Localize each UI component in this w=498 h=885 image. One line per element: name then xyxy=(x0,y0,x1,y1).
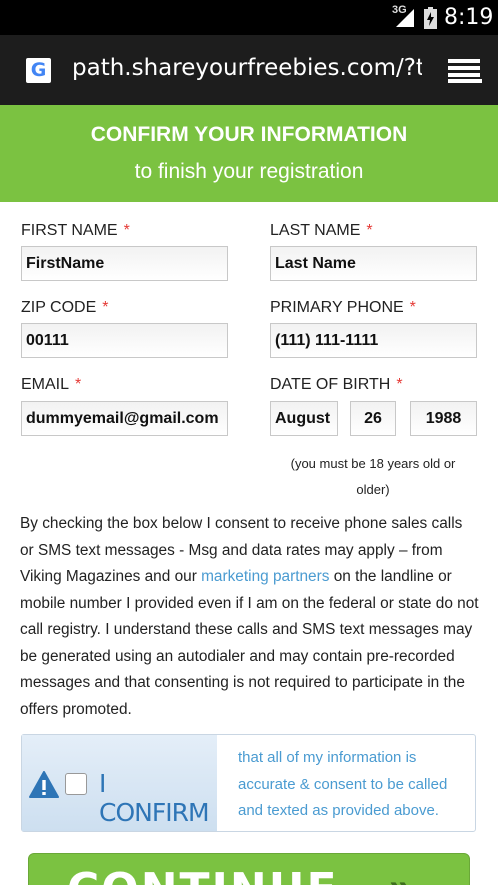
primary-phone-field[interactable]: (111) 111-1111 xyxy=(270,323,477,358)
primary-phone-label: PRIMARY PHONE * xyxy=(270,299,416,316)
confirm-checkbox-area[interactable]: I CONFIRM xyxy=(22,735,217,831)
dob-day-select[interactable]: 26 xyxy=(350,401,396,436)
continue-label: CONTINUE xyxy=(67,864,339,885)
first-name-field[interactable]: FirstName xyxy=(21,246,228,281)
last-name-label: LAST NAME * xyxy=(270,222,373,239)
email-field[interactable]: dummyemail@gmail.com xyxy=(21,401,228,436)
browser-url-bar: G path.shareyourfreebies.com/?tr xyxy=(0,35,498,105)
zip-code-label: ZIP CODE * xyxy=(21,299,109,316)
page-subtitle: to finish your registration xyxy=(134,160,364,183)
dob-label: DATE OF BIRTH * xyxy=(270,376,403,393)
continue-button[interactable]: CONTINUE » xyxy=(28,853,470,885)
double-chevron-icon: » xyxy=(389,866,411,885)
signal-icon xyxy=(396,9,414,27)
warning-icon xyxy=(29,771,59,798)
url-field[interactable]: path.shareyourfreebies.com/?tr xyxy=(72,55,422,87)
confirm-description: that all of my information is accurate &… xyxy=(238,749,448,819)
first-name-label: FIRST NAME * xyxy=(21,222,130,239)
confirm-box: I CONFIRM that all of my information is … xyxy=(21,734,476,832)
age-requirement-note: (you must be 18 years old or older) xyxy=(290,456,456,497)
status-bar: 3G 8:19 xyxy=(0,0,498,35)
consent-text: By checking the box below I consent to r… xyxy=(20,515,479,718)
page-title: CONFIRM YOUR INFORMATION xyxy=(90,123,408,146)
confirm-checkbox[interactable] xyxy=(65,773,87,795)
dob-year-select[interactable]: 1988 xyxy=(410,401,477,436)
dob-month-select[interactable]: August xyxy=(270,401,338,436)
page-header: CONFIRM YOUR INFORMATION to finish your … xyxy=(0,105,498,202)
google-icon[interactable]: G xyxy=(26,58,51,83)
last-name-field[interactable]: Last Name xyxy=(270,246,477,281)
tabs-menu-icon[interactable] xyxy=(448,59,482,83)
clock: 8:19 xyxy=(444,5,494,30)
zip-code-field[interactable]: 00111 xyxy=(21,323,228,358)
battery-icon xyxy=(424,7,437,29)
marketing-partners-link[interactable]: marketing partners xyxy=(201,568,329,585)
email-label: EMAIL * xyxy=(21,376,82,393)
confirm-label[interactable]: I CONFIRM xyxy=(99,769,217,827)
